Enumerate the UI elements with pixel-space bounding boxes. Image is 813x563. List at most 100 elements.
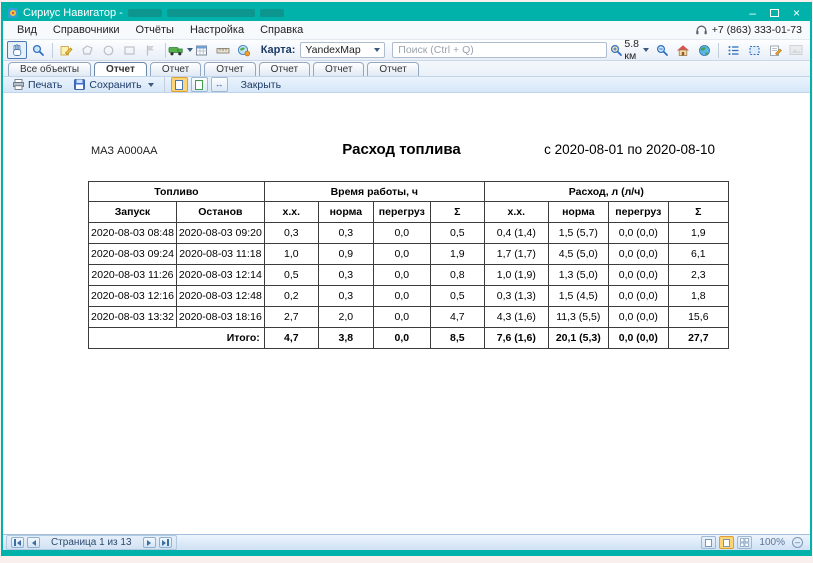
next-page-button[interactable] <box>143 537 156 548</box>
total-cell: 7,6 (1,6) <box>484 328 548 349</box>
circle-icon <box>102 44 115 57</box>
tab-all-objects[interactable]: Все объекты <box>8 62 91 76</box>
world-map-button[interactable] <box>694 41 714 59</box>
table-cell: 11,3 (5,5) <box>548 307 608 328</box>
table-cell: 0,0 (0,0) <box>608 286 668 307</box>
view-fit-page-button[interactable] <box>719 536 734 549</box>
vehicle-tracking-button[interactable] <box>169 41 190 59</box>
table-cell: 2020-08-03 08:48 <box>89 223 177 244</box>
totals-label: Итого: <box>89 328 265 349</box>
table-row: 2020-08-03 08:482020-08-03 09:200,30,30,… <box>89 223 729 244</box>
report-header: МАЗ A000AA Расход топлива с 2020-08-01 п… <box>88 141 715 161</box>
col-normal-fuel: норма <box>548 202 608 223</box>
tab-report-6[interactable]: Отчет <box>367 62 418 76</box>
group-header-fuel: Топливо <box>89 182 265 202</box>
menu-directories[interactable]: Справочники <box>45 22 128 38</box>
truck-icon <box>168 44 184 57</box>
globe-wrench-icon <box>237 44 251 57</box>
table-cell: 1,9 <box>430 244 484 265</box>
page-indicator: Страница 1 из 13 <box>51 537 132 548</box>
view-multi-page-button[interactable] <box>737 536 752 549</box>
print-button[interactable]: Печать <box>8 77 66 92</box>
group-header-worktime: Время работы, ч <box>264 182 484 202</box>
col-sum-time: Σ <box>430 202 484 223</box>
list-icon <box>727 44 740 57</box>
search-input[interactable]: Поиск (Ctrl + Q) <box>392 42 607 58</box>
schedule-button[interactable] <box>192 41 212 59</box>
first-page-button[interactable] <box>11 537 24 548</box>
toolbar-separator <box>52 43 53 58</box>
tab-report-2[interactable]: Отчет <box>150 62 201 76</box>
geozones-button[interactable] <box>234 41 254 59</box>
page-icon <box>705 539 712 547</box>
map-scale-button[interactable]: 5.8 км <box>608 41 651 59</box>
table-cell: 0,0 (0,0) <box>608 223 668 244</box>
hand-icon <box>11 44 24 57</box>
menu-settings[interactable]: Настройка <box>182 22 252 38</box>
menu-view[interactable]: Вид <box>9 22 45 38</box>
close-report-button[interactable]: Закрыть <box>237 78 285 92</box>
report-page: МАЗ A000AA Расход топлива с 2020-08-01 п… <box>3 93 810 534</box>
home-view-button[interactable] <box>673 41 693 59</box>
zoom-decrease-button[interactable]: – <box>792 537 803 548</box>
total-cell: 0,0 (0,0) <box>608 328 668 349</box>
report-toolbar: Печать Сохранить ↔ Закрыть <box>3 76 810 93</box>
tab-report-3[interactable]: Отчет <box>204 62 255 76</box>
table-cell: 15,6 <box>668 307 728 328</box>
save-button[interactable]: Сохранить <box>69 77 157 92</box>
map-provider-select[interactable]: YandexMap <box>300 42 385 58</box>
prev-page-button[interactable] <box>27 537 40 548</box>
support-phone: +7 (863) 333-01-73 <box>695 24 810 36</box>
table-cell: 2020-08-03 12:14 <box>176 265 264 286</box>
table-cell: 1,0 (1,9) <box>484 265 548 286</box>
single-page-view-button[interactable] <box>171 77 188 92</box>
close-button[interactable]: × <box>793 7 800 19</box>
view-single-page-button[interactable] <box>701 536 716 549</box>
table-cell: 2020-08-03 13:32 <box>89 307 177 328</box>
table-cell: 6,1 <box>668 244 728 265</box>
zoom-tool-button[interactable] <box>28 41 48 59</box>
tab-report-1[interactable]: Отчет <box>94 62 147 76</box>
flag-icon <box>144 44 157 57</box>
table-cell: 2,3 <box>668 265 728 286</box>
table-cell: 2020-08-03 18:16 <box>176 307 264 328</box>
map-edit-button[interactable] <box>57 41 77 59</box>
edit-note-icon <box>769 44 782 57</box>
table-cell: 2,0 <box>318 307 373 328</box>
menu-reports[interactable]: Отчёты <box>128 22 182 38</box>
last-page-button[interactable] <box>159 537 172 548</box>
menu-help[interactable]: Справка <box>252 22 311 38</box>
zoom-out-button[interactable] <box>652 41 672 59</box>
col-normal-time: норма <box>318 202 373 223</box>
object-list-button[interactable] <box>723 41 743 59</box>
tab-report-5[interactable]: Отчет <box>313 62 364 76</box>
circle-tool-button <box>99 41 119 59</box>
snapshot-button <box>786 41 806 59</box>
pan-hand-tool-button[interactable] <box>7 41 27 59</box>
table-row: 2020-08-03 11:262020-08-03 12:140,50,30,… <box>89 265 729 286</box>
app-window: Сириус Навигатор - – × Вид Справочники О… <box>1 2 812 556</box>
total-cell: 27,7 <box>668 328 728 349</box>
multi-page-icon <box>740 538 749 547</box>
notes-button[interactable] <box>765 41 785 59</box>
support-phone-number: +7 (863) 333-01-73 <box>712 24 802 36</box>
rectangle-tool-button <box>120 41 140 59</box>
main-toolbar: Карта: YandexMap Поиск (Ctrl + Q) 5.8 км <box>3 40 810 61</box>
table-cell: 0,5 <box>264 265 318 286</box>
image-icon <box>789 44 803 56</box>
fit-width-button[interactable]: ↔ <box>211 77 228 92</box>
table-cell: 2020-08-03 11:26 <box>89 265 177 286</box>
route-button[interactable] <box>213 41 233 59</box>
col-sum-fuel: Σ <box>668 202 728 223</box>
table-cell: 2020-08-03 09:20 <box>176 223 264 244</box>
table-cell: 0,3 <box>318 223 373 244</box>
continuous-view-button[interactable] <box>191 77 208 92</box>
tab-report-4[interactable]: Отчет <box>259 62 310 76</box>
minimize-button[interactable]: – <box>749 7 756 19</box>
maximize-button[interactable] <box>770 9 779 17</box>
table-cell: 0,0 <box>373 244 430 265</box>
area-select-button[interactable] <box>744 41 764 59</box>
col-stop: Останов <box>176 202 264 223</box>
col-idle-fuel: х.х. <box>484 202 548 223</box>
table-cell: 2020-08-03 11:18 <box>176 244 264 265</box>
